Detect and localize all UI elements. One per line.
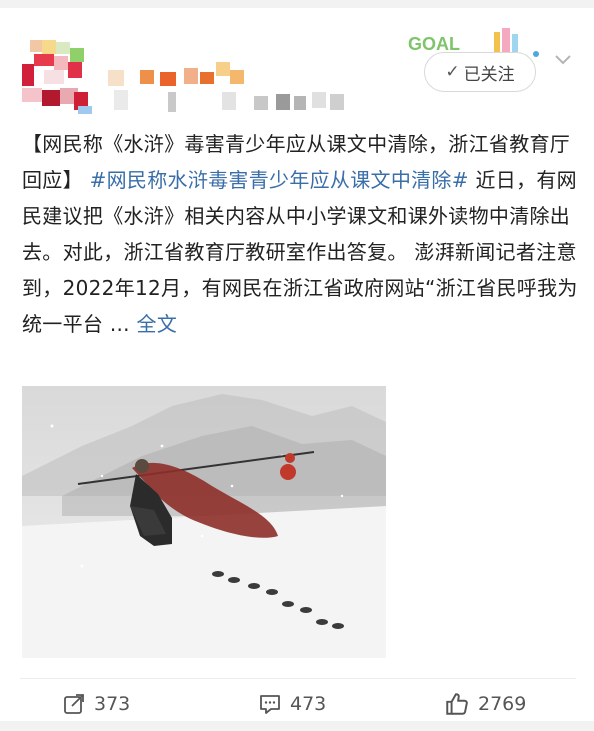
post-body: 近日，有网民建议把《水浒》相关内容从中小学课文和课外读物中清除出去。对此，浙江省… — [22, 168, 578, 336]
comment-icon — [260, 695, 280, 714]
comment-button[interactable]: 473 — [258, 684, 326, 724]
comment-count: 473 — [290, 693, 327, 715]
share-icon — [64, 694, 84, 714]
post-image[interactable] — [22, 386, 386, 658]
divider — [20, 678, 576, 679]
avatar[interactable] — [22, 40, 92, 114]
share-count: 373 — [94, 693, 131, 715]
post-text: 【网民称《水浒》毒害青少年应从课文中清除，浙江省教育厅回应】 #网民称水浒毒害青… — [22, 126, 578, 342]
full-text-link[interactable]: 全文 — [137, 312, 178, 336]
like-count: 2769 — [478, 693, 527, 715]
post-card: GOAL ✓ 已关注 【网民称《水浒》毒害青少年应从课文中清除，浙江省教育厅回应… — [0, 8, 594, 721]
follow-button[interactable]: ✓ 已关注 — [424, 52, 536, 92]
username-blurred[interactable] — [104, 62, 384, 114]
thumbs-up-icon — [446, 693, 468, 715]
check-icon: ✓ — [445, 62, 460, 82]
follow-label: 已关注 — [463, 64, 515, 85]
ink-painting-icon — [22, 386, 386, 658]
share-button[interactable]: 373 — [62, 684, 130, 724]
badge-text: GOAL — [408, 34, 460, 54]
like-button[interactable]: 2769 — [444, 684, 526, 724]
chevron-down-icon[interactable] — [552, 48, 574, 70]
action-bar: 373 473 2769 — [0, 684, 594, 724]
hashtag-link[interactable]: #网民称水浒毒害青少年应从课文中清除# — [90, 168, 469, 192]
